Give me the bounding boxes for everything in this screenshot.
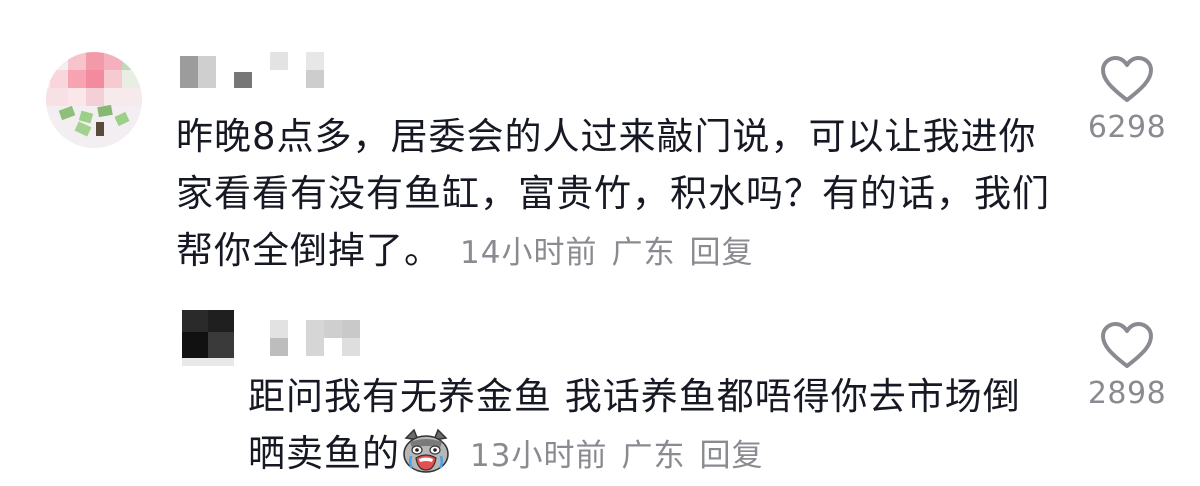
heart-outline-icon — [1101, 56, 1153, 102]
crying-cat-emoji — [403, 428, 449, 473]
comment-meta: 13小时前 广东 回复 — [470, 438, 777, 474]
comment-time: 14小时前 — [460, 235, 598, 271]
avatar[interactable] — [46, 52, 142, 148]
username-redacted[interactable] — [252, 320, 372, 356]
like-button[interactable]: 6298 — [1082, 56, 1172, 145]
comment-body: 昨晚8点多，居委会的人过来敲门说，可以让我进你家看看有没有鱼缸，富贵竹，积水吗？… — [176, 108, 1056, 282]
username-redacted[interactable] — [180, 52, 340, 88]
comment-location: 广东 — [611, 235, 676, 271]
comment-meta: 14小时前 广东 回复 — [460, 235, 767, 271]
heart-outline-icon — [1101, 322, 1153, 368]
like-button[interactable]: 2898 — [1082, 322, 1172, 411]
like-count: 2898 — [1087, 376, 1167, 411]
comment-location: 广东 — [621, 438, 686, 474]
reply-item: 距问我有无养金鱼 我话养鱼都唔得你去市场倒晒卖鱼的 13小时前 广东 回复 2898 — [0, 290, 1200, 486]
avatar[interactable] — [176, 306, 240, 370]
comment-body: 距问我有无养金鱼 我话养鱼都唔得你去市场倒晒卖鱼的 13小时前 广东 回复 — [248, 368, 1048, 485]
like-count: 6298 — [1087, 110, 1167, 145]
comment-item: 昨晚8点多，居委会的人过来敲门说，可以让我进你家看看有没有鱼缸，富贵竹，积水吗？… — [0, 0, 1200, 290]
reply-button[interactable]: 回复 — [689, 235, 753, 271]
reply-button[interactable]: 回复 — [699, 438, 763, 474]
comment-time: 13小时前 — [470, 438, 608, 474]
